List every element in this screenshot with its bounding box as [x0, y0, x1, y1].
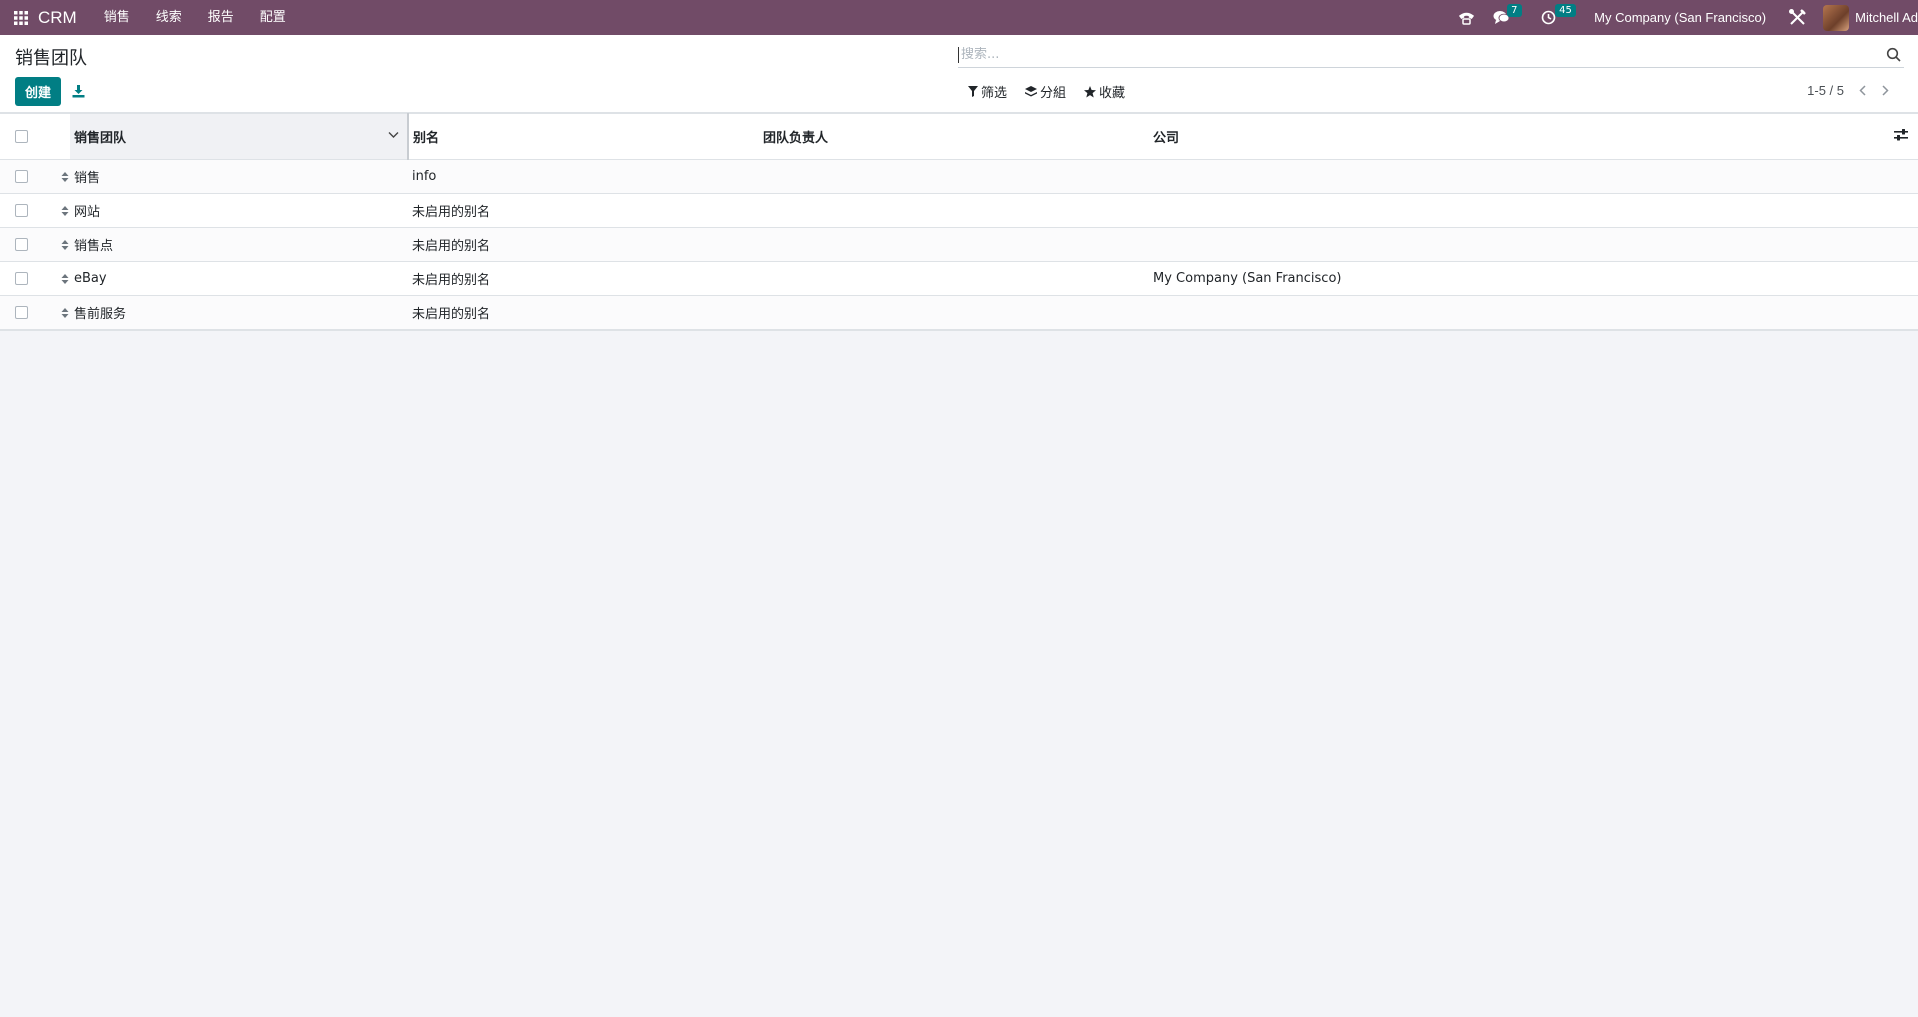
cell-team: eBay: [70, 261, 408, 296]
row-select-cell: [0, 159, 56, 194]
column-header-alias[interactable]: 别名: [408, 113, 759, 160]
column-header-company[interactable]: 公司: [1149, 113, 1918, 160]
list-view: 销售团队 别名 团队负责人 公司 销售 info 网站 未启用的别名 销售点 未…: [0, 113, 1918, 331]
cell-team: 销售点: [70, 227, 408, 262]
table-row[interactable]: 销售 info: [0, 159, 1918, 194]
download-icon[interactable]: [69, 82, 87, 100]
top-navbar: CRM 销售 线索 报告 配置 7 45 My Company (San Fra…: [0, 0, 1918, 35]
cell-team: 网站: [70, 193, 408, 228]
cell-team: 售前服务: [70, 295, 408, 330]
menu-sales[interactable]: 销售: [91, 0, 143, 35]
create-button[interactable]: 创建: [15, 77, 62, 106]
row-select-cell: [0, 227, 56, 262]
row-checkbox[interactable]: [15, 204, 28, 217]
cell-leader: [759, 227, 1149, 262]
control-panel: 销售团队 创建: [0, 35, 1918, 113]
search-input[interactable]: [958, 46, 1886, 63]
search-icon[interactable]: [1886, 47, 1902, 63]
tools-icon[interactable]: [1780, 0, 1815, 35]
column-header-leader[interactable]: 团队负责人: [759, 113, 1149, 160]
user-menu[interactable]: Mitchell Ad: [1815, 4, 1918, 31]
drag-handle-icon[interactable]: [56, 295, 70, 330]
row-checkbox[interactable]: [15, 272, 28, 285]
drag-handle-icon[interactable]: [56, 193, 70, 228]
drag-handle-icon[interactable]: [56, 159, 70, 194]
cell-company: [1149, 159, 1918, 194]
row-select-cell: [0, 193, 56, 228]
chevron-down-icon: [388, 132, 399, 138]
cell-leader: [759, 193, 1149, 228]
app-brand[interactable]: CRM: [38, 8, 77, 28]
menu-reporting[interactable]: 报告: [195, 0, 247, 35]
cell-team: 销售: [70, 159, 408, 194]
navbar-systray: 7 45 My Company (San Francisco) Mitchell…: [1449, 0, 1918, 35]
cell-leader: [759, 159, 1149, 194]
menu-configuration[interactable]: 配置: [247, 0, 299, 35]
column-label-leader: 团队负责人: [763, 131, 829, 146]
page-title: 销售团队: [15, 48, 87, 69]
cell-company: [1149, 295, 1918, 330]
activities-badge: 45: [1555, 4, 1576, 17]
pager-value[interactable]: 1-5 / 5: [1807, 83, 1844, 98]
chat-icon[interactable]: 7: [1484, 0, 1532, 35]
group-by-label: 分組: [1040, 86, 1067, 101]
table-header-row: 销售团队 别名 团队负责人 公司: [0, 113, 1918, 160]
favorites-toggle[interactable]: 收藏: [1084, 82, 1125, 101]
cell-company: My Company (San Francisco): [1149, 261, 1918, 296]
cell-alias: 未启用的别名: [408, 261, 759, 296]
drag-handle-icon[interactable]: [56, 227, 70, 262]
cell-alias: info: [408, 159, 759, 194]
row-checkbox[interactable]: [15, 238, 28, 251]
clock-icon[interactable]: 45: [1532, 0, 1582, 35]
cell-company: [1149, 193, 1918, 228]
filters-label: 筛选: [981, 86, 1008, 101]
favorites-label: 收藏: [1099, 86, 1126, 101]
group-by-toggle[interactable]: 分組: [1025, 82, 1066, 101]
layers-icon: [1025, 85, 1038, 96]
column-label-team: 销售团队: [74, 131, 127, 146]
select-all-cell: [0, 113, 56, 160]
apps-menu-icon[interactable]: [10, 7, 32, 29]
menu-leads[interactable]: 线索: [143, 0, 195, 35]
table-row[interactable]: 售前服务 未启用的别名: [0, 295, 1918, 330]
avatar: [1823, 4, 1850, 31]
row-checkbox[interactable]: [15, 306, 28, 319]
chevron-left-icon[interactable]: [1854, 81, 1872, 99]
row-select-cell: [0, 261, 56, 296]
filters-toggle[interactable]: 筛选: [968, 82, 1007, 101]
table-row[interactable]: eBay 未启用的别名 My Company (San Francisco): [0, 261, 1918, 296]
handle-header: [56, 113, 70, 160]
cell-alias: 未启用的别名: [408, 227, 759, 262]
cell-alias: 未启用的别名: [408, 295, 759, 330]
messages-badge: 7: [1507, 4, 1522, 17]
company-switcher[interactable]: My Company (San Francisco): [1582, 10, 1780, 25]
teams-table: 销售团队 别名 团队负责人 公司 销售 info 网站 未启用的别名 销售点 未…: [0, 113, 1918, 330]
table-row[interactable]: 销售点 未启用的别名: [0, 227, 1918, 262]
star-icon: [1084, 85, 1097, 97]
optional-columns-icon[interactable]: [1894, 129, 1908, 141]
search-options: 筛选 分組 收藏: [968, 82, 1125, 101]
table-row[interactable]: 网站 未启用的别名: [0, 193, 1918, 228]
cell-leader: [759, 261, 1149, 296]
row-checkbox[interactable]: [15, 170, 28, 183]
column-label-company: 公司: [1153, 131, 1180, 146]
column-header-team[interactable]: 销售团队: [70, 113, 409, 160]
cell-company: [1149, 227, 1918, 262]
pager: 1-5 / 5: [1807, 81, 1894, 99]
phone-icon[interactable]: [1449, 0, 1484, 35]
cell-leader: [759, 295, 1149, 330]
filter-icon: [968, 86, 978, 97]
select-all-checkbox[interactable]: [15, 130, 28, 143]
chevron-right-icon[interactable]: [1876, 81, 1894, 99]
user-name: Mitchell Ad: [1855, 10, 1918, 25]
cell-alias: 未启用的别名: [408, 193, 759, 228]
row-select-cell: [0, 295, 56, 330]
column-label-alias: 别名: [413, 131, 440, 146]
search-bar: [958, 42, 1904, 68]
drag-handle-icon[interactable]: [56, 261, 70, 296]
